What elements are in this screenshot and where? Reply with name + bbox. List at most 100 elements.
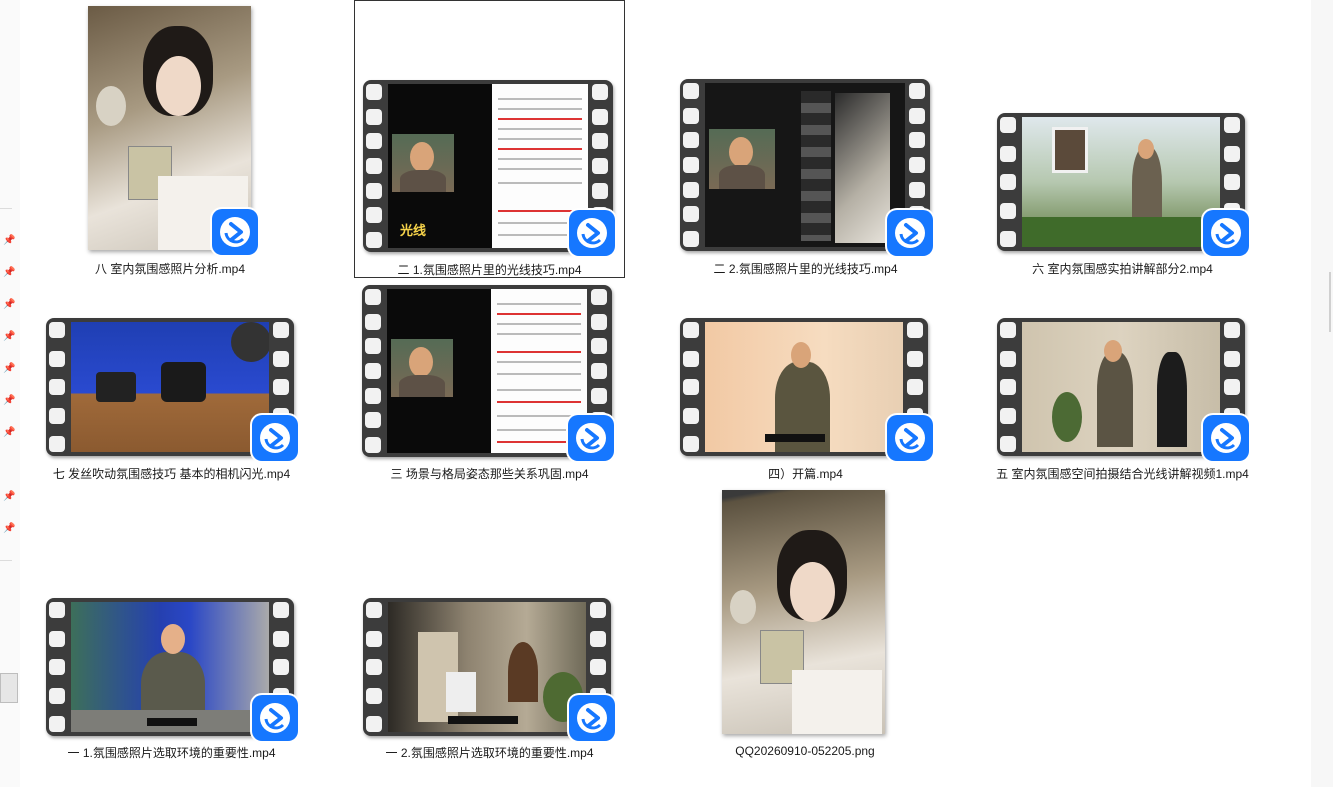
scrollbar-track[interactable] (1311, 0, 1333, 787)
person-shape (1157, 352, 1187, 447)
subtitle-bar (147, 718, 197, 726)
face (409, 347, 433, 377)
file-name: 七 发丝吹动氛围感技巧 基本的相机闪光.mp4 (52, 467, 291, 481)
file-item-video-selected[interactable]: 光线 二 1.氛围感照片里的光线技巧.mp4 (354, 0, 625, 278)
image-thumbnail (722, 490, 885, 734)
video-frame (1022, 322, 1220, 452)
file-name: 一 1.氛围感照片选取环境的重要性.mp4 (67, 746, 276, 760)
video-player-icon (569, 210, 615, 256)
camera-shape (161, 362, 206, 402)
pin-icon[interactable]: 📌 (3, 299, 15, 311)
presenter-box (709, 129, 775, 189)
pin-icon[interactable]: 📌 (3, 395, 15, 407)
dress-shape (792, 670, 882, 734)
video-player-icon (569, 695, 615, 741)
divider (0, 560, 12, 561)
plate-decor (96, 86, 126, 126)
video-player-icon (887, 415, 933, 461)
window-decor (1052, 127, 1088, 173)
file-name: 二 1.氛围感照片里的光线技巧.mp4 (397, 263, 582, 277)
presenter-box (392, 134, 454, 192)
tool-panel (801, 91, 831, 241)
file-name: 四）开篇.mp4 (768, 467, 843, 481)
film-holes (1000, 117, 1018, 247)
film-holes (49, 322, 67, 452)
film-holes (683, 83, 701, 247)
face-shape (790, 562, 835, 622)
face (161, 624, 185, 654)
divider (0, 208, 12, 209)
film-holes (366, 84, 384, 248)
plants (1022, 217, 1220, 247)
video-player-icon (212, 209, 258, 255)
video-frame (387, 289, 587, 453)
mirror (508, 642, 538, 702)
video-frame (71, 602, 269, 732)
shirt (400, 170, 446, 192)
presenter-box (391, 339, 453, 397)
file-item-video[interactable]: 八 室内氛围感照片分析.mp4 (60, 0, 280, 280)
video-frame (71, 322, 269, 452)
person-shape (1097, 352, 1133, 447)
plant-shape (1052, 392, 1082, 442)
pin-icon[interactable]: 📌 (3, 523, 15, 535)
scroll-handle[interactable] (0, 673, 18, 703)
pin-icon[interactable]: 📌 (3, 331, 15, 343)
face (1104, 340, 1122, 362)
video-frame: 光线 (388, 84, 588, 248)
film-holes (49, 602, 67, 732)
face-shape (156, 56, 201, 116)
file-item-video[interactable]: 五 室内氛围感空间拍摄结合光线讲解视频1.mp4 (987, 285, 1258, 485)
video-player-icon (887, 210, 933, 256)
video-frame (705, 322, 903, 452)
face (1138, 139, 1154, 159)
plate-decor (730, 590, 756, 624)
navigation-pane-edge: 📌 📌 📌 📌 📌 📌 📌 📌 📌 (0, 0, 20, 787)
film-holes (1000, 322, 1018, 452)
file-item-video[interactable]: 六 室内氛围感实拍讲解部分2.mp4 (987, 0, 1258, 280)
file-name: QQ20260910-052205.png (735, 744, 875, 758)
file-item-video[interactable]: 二 2.氛围感照片里的光线技巧.mp4 (670, 0, 941, 280)
face (729, 137, 753, 167)
chair (446, 672, 476, 712)
video-player-icon (568, 415, 614, 461)
pin-icon[interactable]: 📌 (3, 491, 15, 503)
pin-icon[interactable]: 📌 (3, 427, 15, 439)
video-player-icon (1203, 210, 1249, 256)
file-name: 二 2.氛围感照片里的光线技巧.mp4 (713, 262, 898, 276)
subtitle-bar (765, 434, 825, 442)
pin-icon[interactable]: 📌 (3, 267, 15, 279)
pin-icon[interactable]: 📌 (3, 235, 15, 247)
file-item-video[interactable]: 一 1.氛围感照片选取环境的重要性.mp4 (36, 565, 307, 765)
film-holes (683, 322, 701, 452)
scrollbar-thumb[interactable] (1329, 272, 1331, 332)
shirt (719, 165, 765, 189)
dryer-shape (231, 322, 269, 362)
video-frame (1022, 117, 1220, 247)
file-name: 八 室内氛围感照片分析.mp4 (94, 262, 245, 276)
film-holes (365, 289, 383, 453)
overlay-caption: 光线 (400, 223, 427, 238)
file-item-video[interactable]: 四）开篇.mp4 (670, 285, 941, 485)
camera-shape (96, 372, 136, 402)
file-name: 三 场景与格局姿态那些关系巩固.mp4 (390, 467, 589, 481)
file-item-video[interactable]: 一 2.氛围感照片选取环境的重要性.mp4 (354, 565, 625, 765)
face (791, 342, 811, 368)
pin-icon[interactable]: 📌 (3, 363, 15, 375)
file-name: 五 室内氛围感空间拍摄结合光线讲解视频1.mp4 (996, 467, 1249, 481)
face (410, 142, 434, 172)
file-name: 六 室内氛围感实拍讲解部分2.mp4 (1032, 262, 1213, 276)
file-item-video[interactable]: 三 场景与格局姿态那些关系巩固.mp4 (354, 285, 625, 485)
file-item-image[interactable]: QQ20260910-052205.png (695, 485, 915, 765)
file-item-video[interactable]: 七 发丝吹动氛围感技巧 基本的相机闪光.mp4 (36, 285, 307, 485)
video-frame (705, 83, 905, 247)
video-player-icon (1203, 415, 1249, 461)
subtitle-bar (448, 716, 518, 724)
file-name: 一 2.氛围感照片选取环境的重要性.mp4 (385, 746, 594, 760)
film-holes (366, 602, 384, 732)
video-frame (388, 602, 586, 732)
video-player-icon (252, 695, 298, 741)
video-player-icon (252, 415, 298, 461)
shirt (399, 375, 445, 397)
window-photo (835, 93, 890, 243)
